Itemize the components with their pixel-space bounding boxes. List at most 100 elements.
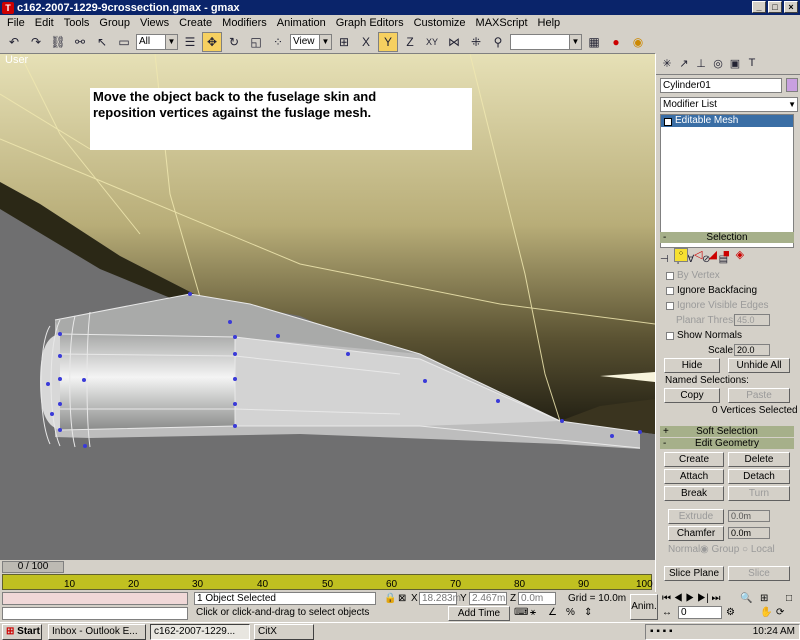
object-color-swatch[interactable] [786,78,798,92]
extrude-button[interactable]: Extrude [668,509,724,524]
zoom-icon[interactable]: 🔍 [740,593,752,604]
show-normals-checkbox[interactable]: Show Normals [666,330,742,341]
utilities-tab-icon[interactable]: T [745,57,759,71]
chamfer-button[interactable]: Chamfer [668,526,724,541]
snap-toggle-icon[interactable]: ⚹ [530,607,536,618]
selection-filter-dropdown[interactable]: All ▼ [136,33,178,50]
absolute-mode-icon[interactable]: ⊠ [398,593,406,604]
tray-icons[interactable]: ▪ ▪ ▪ ▪ [646,625,673,639]
scale-icon[interactable]: ◱ [246,32,266,52]
z-coord-field[interactable]: 0.0m [518,592,556,605]
hierarchy-tab-icon[interactable]: ⊥ [694,57,708,71]
axis-x-icon[interactable]: X [356,32,376,52]
minimize-button[interactable]: _ [752,1,766,13]
viewport-label[interactable]: User [5,54,28,66]
menu-create[interactable]: Create [174,17,217,29]
link-icon[interactable]: ⛓ [48,32,68,52]
clock[interactable]: 10:24 AM [753,626,795,637]
arc-rotate-icon[interactable]: ⟳ [776,607,784,618]
add-time-tag-button[interactable]: Add Time Tag [448,606,510,632]
select-region-icon[interactable]: ▭ [114,32,134,52]
modify-tab-icon[interactable]: ↗ [677,57,691,71]
playback-controls[interactable]: ⏮ ◀ ▶ ▶| ⏭ [662,593,720,604]
object-name-field[interactable]: Cylinder01 [660,78,782,93]
hide-button[interactable]: Hide [664,358,720,373]
maximize-viewport-icon[interactable]: □ [786,593,792,604]
transform-center-icon[interactable]: ⊞ [334,32,354,52]
menu-tools[interactable]: Tools [59,17,95,29]
gmax-app-icon[interactable]: T [2,1,14,14]
display-tab-icon[interactable]: ▣ [728,57,742,71]
named-selection-dropdown[interactable]: ▼ [510,33,582,50]
selection-rollout-header[interactable]: - Selection [660,232,794,243]
modifier-list-dropdown[interactable]: Modifier List ▼ [660,97,798,112]
start-button[interactable]: ⊞ Start [2,624,42,640]
unhide-all-button[interactable]: Unhide All [728,358,790,373]
ignore-backfacing-checkbox[interactable]: Ignore Backfacing [666,285,757,296]
current-frame-field[interactable]: 0 [678,606,722,619]
axis-z-icon[interactable]: Z [400,32,420,52]
quick-render-icon[interactable]: ◉ [628,32,648,52]
menu-help[interactable]: Help [533,17,566,29]
attach-button[interactable]: Attach [664,469,724,484]
key-step-icon[interactable]: ↔ [662,607,672,618]
key-mode-icon[interactable]: ⌨ [514,607,528,618]
angle-snap-icon[interactable]: ∠ [548,607,557,618]
axis-xy-icon[interactable]: XY [422,32,442,52]
select-icon[interactable]: ↖ [92,32,112,52]
edit-geometry-rollout-header[interactable]: - Edit Geometry [660,438,794,449]
taskbar-outlook[interactable]: Inbox - Outlook E... [48,624,146,640]
close-button[interactable]: × [784,1,798,13]
undo-icon[interactable]: ↶ [4,32,24,52]
vertex-level-icon[interactable]: ⁘ [674,248,688,262]
y-coord-field[interactable]: 2.467m [469,592,507,605]
create-button[interactable]: Create [664,452,724,467]
menu-graph-editors[interactable]: Graph Editors [331,17,409,29]
lock-icon[interactable]: 🔒 [384,593,396,604]
menu-views[interactable]: Views [135,17,174,29]
face-level-icon[interactable]: ◢ [708,248,716,262]
break-button[interactable]: Break [664,486,724,501]
menu-edit[interactable]: Edit [30,17,59,29]
stack-item-editable-mesh[interactable]: Editable Mesh [661,115,793,127]
time-config-icon[interactable]: ⚙ [726,607,735,618]
copy-button[interactable]: Copy [664,388,720,403]
paste-button[interactable]: Paste [728,388,790,403]
redo-icon[interactable]: ↷ [26,32,46,52]
polygon-level-icon[interactable]: ■ [723,248,730,262]
motion-tab-icon[interactable]: ◎ [711,57,725,71]
percent-snap-icon[interactable]: % [566,607,575,618]
mirror-icon[interactable]: ⋈ [444,32,464,52]
ignore-visible-edges-checkbox[interactable]: Ignore Visible Edges [666,300,769,311]
menu-file[interactable]: File [2,17,30,29]
stack-scrollbar[interactable] [794,114,800,248]
menu-modifiers[interactable]: Modifiers [217,17,272,29]
select-by-name-icon[interactable]: ☰ [180,32,200,52]
render-teapot-icon[interactable]: ● [606,32,626,52]
group-radio[interactable]: ◉ Group [700,544,739,555]
move-icon[interactable]: ✥ [202,31,222,52]
x-coord-field[interactable]: 18.283m [419,592,461,605]
menu-customize[interactable]: Customize [409,17,471,29]
user-viewport[interactable]: User Move the object back to the fuselag… [0,54,655,560]
slice-button[interactable]: Slice [728,566,790,581]
unlink-icon[interactable]: ⚯ [70,32,90,52]
edge-level-icon[interactable]: ◁ [694,248,702,262]
menu-animation[interactable]: Animation [272,17,331,29]
align-icon[interactable]: ⁜ [466,32,486,52]
pan-icon[interactable]: ✋ [760,607,772,618]
slice-plane-button[interactable]: Slice Plane [664,566,724,581]
maximize-button[interactable]: □ [768,1,782,13]
scale-spinner[interactable]: 20.0 [734,344,770,356]
extrude-spinner[interactable]: 0.0m [728,510,770,522]
zoom-extents-icon[interactable]: ⊞ [760,593,768,604]
material-editor-icon[interactable]: ▦ [584,32,604,52]
time-slider[interactable]: 0 / 100 [2,561,64,573]
taskbar-citx[interactable]: CitX [254,624,314,640]
planar-thresh-spinner[interactable]: 45.0 [734,314,770,326]
local-radio[interactable]: ○ Local [742,544,775,555]
soft-selection-rollout-header[interactable]: + Soft Selection [660,426,794,437]
pin-stack-icon[interactable]: ⊣ [660,254,669,265]
pivot-icon[interactable]: ⁘ [268,32,288,52]
create-tab-icon[interactable]: ✳ [660,57,674,71]
